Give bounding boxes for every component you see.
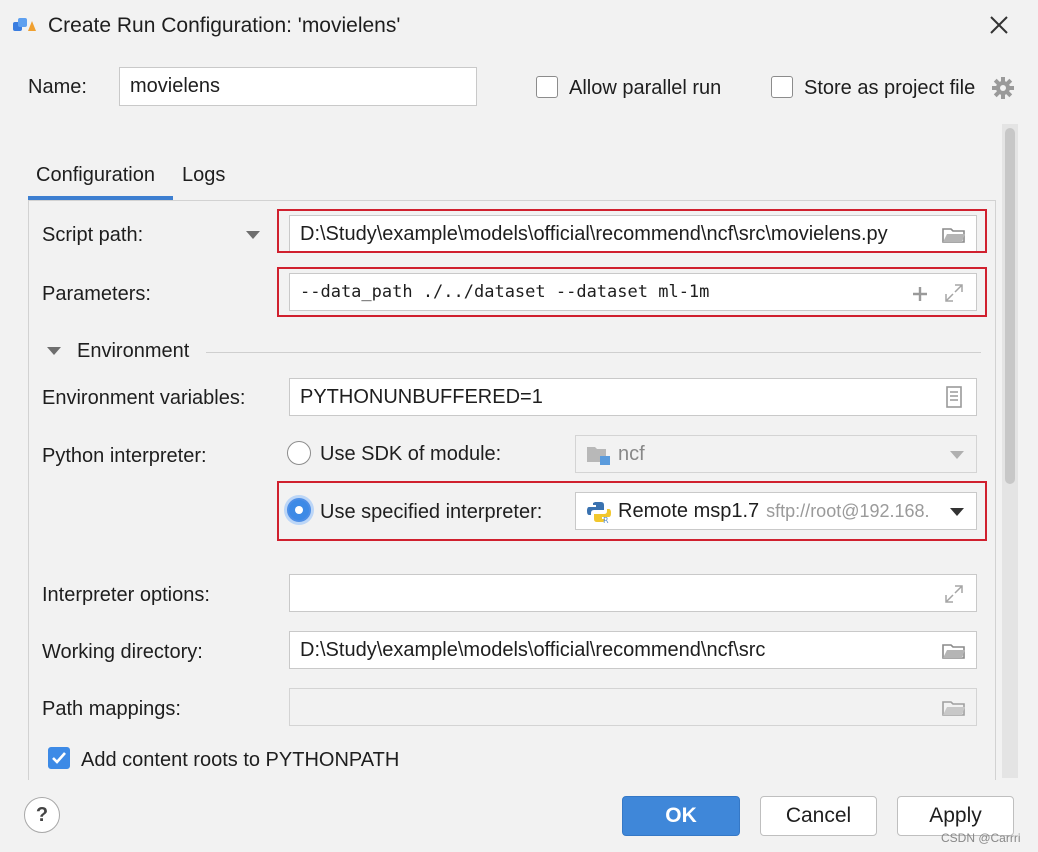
parameters-input[interactable]: --data_path ./../dataset --dataset ml-1m: [289, 273, 977, 311]
tab-configuration[interactable]: Configuration: [36, 164, 155, 187]
interpreter-options-input[interactable]: [289, 574, 977, 612]
use-sdk-radio[interactable]: [287, 441, 311, 465]
use-sdk-label[interactable]: Use SDK of module:: [320, 443, 501, 466]
env-vars-value: PYTHONUNBUFFERED=1: [300, 385, 543, 408]
add-content-roots-checkbox[interactable]: [48, 747, 70, 769]
chevron-down-icon: [950, 508, 964, 516]
chevron-down-icon: [246, 231, 260, 239]
use-specified-label[interactable]: Use specified interpreter:: [320, 501, 542, 524]
name-label: Name:: [28, 76, 87, 98]
tab-logs[interactable]: Logs: [182, 164, 225, 187]
interpreter-name: Remote msp1.7: [618, 499, 760, 522]
use-specified-radio[interactable]: [287, 498, 311, 522]
allow-parallel-checkbox[interactable]: [536, 76, 558, 98]
script-path-type-dropdown[interactable]: [246, 231, 260, 239]
name-input-value: movielens: [130, 75, 221, 97]
plus-icon[interactable]: [907, 283, 933, 305]
triangle-down-icon: [47, 347, 61, 355]
env-vars-label: Environment variables:: [42, 387, 246, 409]
app-icon: [12, 15, 38, 35]
path-mappings-input[interactable]: [289, 688, 977, 726]
environment-section-title: Environment: [77, 340, 190, 362]
svg-text:R: R: [603, 516, 609, 524]
name-input[interactable]: movielens: [119, 67, 477, 106]
interpreter-select[interactable]: R Remote msp1.7 sftp://root@192.168.: [575, 492, 977, 530]
working-dir-input[interactable]: D:\Study\example\models\official\recomme…: [289, 631, 977, 669]
help-button[interactable]: ?: [24, 797, 60, 833]
environment-collapse-toggle[interactable]: [47, 347, 61, 355]
interpreter-detail: sftp://root@192.168.: [766, 500, 930, 521]
help-icon: ?: [35, 803, 49, 826]
add-content-roots-label[interactable]: Add content roots to PYTHONPATH: [81, 749, 399, 772]
python-icon: R: [586, 500, 612, 525]
gear-icon[interactable]: [991, 76, 1015, 100]
scrollbar-track[interactable]: [1002, 124, 1018, 778]
python-interpreter-label: Python interpreter:: [42, 445, 207, 467]
document-icon[interactable]: [941, 386, 967, 408]
module-folder-icon: [586, 444, 612, 466]
script-path-label: Script path:: [42, 224, 144, 246]
dialog-title: Create Run Configuration: 'movielens': [48, 14, 401, 37]
folder-icon[interactable]: [941, 224, 967, 246]
script-path-value: D:\Study\example\models\official\recomme…: [300, 222, 888, 245]
expand-icon[interactable]: [941, 282, 967, 304]
allow-parallel-label[interactable]: Allow parallel run: [569, 77, 721, 100]
parameters-label: Parameters:: [42, 283, 151, 305]
env-vars-input[interactable]: PYTHONUNBUFFERED=1: [289, 378, 977, 416]
path-mappings-label: Path mappings:: [42, 698, 181, 720]
title-bar: Create Run Configuration: 'movielens': [0, 0, 1038, 52]
store-project-checkbox[interactable]: [771, 76, 793, 98]
store-project-label[interactable]: Store as project file: [804, 77, 975, 100]
parameters-value: --data_path ./../dataset --dataset ml-1m: [300, 282, 710, 302]
sdk-module-value: ncf: [618, 442, 645, 465]
folder-icon[interactable]: [941, 640, 967, 662]
working-dir-value: D:\Study\example\models\official\recomme…: [300, 638, 766, 661]
expand-icon[interactable]: [941, 583, 967, 605]
scrollbar-thumb[interactable]: [1005, 128, 1015, 484]
cancel-button[interactable]: Cancel: [760, 796, 877, 836]
watermark: CSDN @Carrri: [941, 831, 1021, 845]
script-path-input[interactable]: D:\Study\example\models\official\recomme…: [289, 215, 977, 253]
interpreter-options-label: Interpreter options:: [42, 584, 210, 606]
chevron-down-icon: [950, 451, 964, 459]
close-icon[interactable]: [988, 14, 1010, 36]
working-dir-label: Working directory:: [42, 641, 203, 663]
folder-icon[interactable]: [941, 697, 967, 719]
apply-button[interactable]: Apply: [897, 796, 1014, 836]
ok-button[interactable]: OK: [622, 796, 740, 836]
environment-divider: [206, 352, 981, 353]
sdk-module-select[interactable]: ncf: [575, 435, 977, 473]
